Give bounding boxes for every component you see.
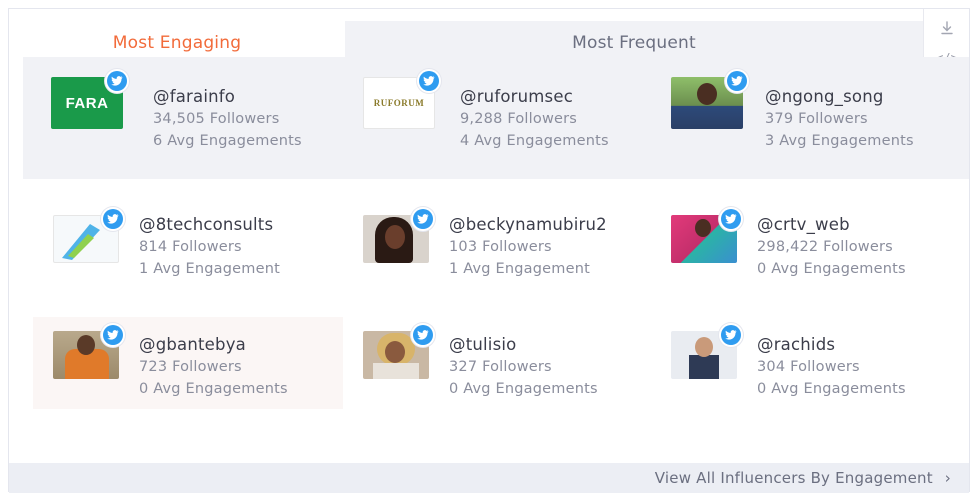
influencer-handle[interactable]: @8techconsults — [139, 215, 273, 234]
influencer-card[interactable]: @8techconsults 814 Followers 1 Avg Engag… — [33, 197, 343, 289]
influencer-handle[interactable]: @rachids — [757, 335, 835, 354]
avg-engagement: 1 Avg Engagement — [139, 261, 280, 277]
follower-count: 9,288 Followers — [460, 111, 578, 127]
avg-engagement: 1 Avg Engagement — [449, 261, 590, 277]
chevron-right-icon: › — [944, 469, 951, 487]
influencer-card[interactable]: FARA @farainfo 34,505 Followers 6 Avg En… — [35, 69, 335, 161]
twitter-icon — [411, 207, 435, 231]
influencer-grid: FARA @farainfo 34,505 Followers 6 Avg En… — [23, 57, 969, 419]
avg-engagement: 0 Avg Engagements — [757, 381, 906, 397]
influencer-card[interactable]: @beckynamubiru2 103 Followers 1 Avg Enga… — [345, 197, 645, 289]
influencer-card[interactable]: @ngong_song 379 Followers 3 Avg Engageme… — [655, 69, 955, 161]
influencer-handle[interactable]: @ruforumsec — [460, 87, 573, 106]
twitter-icon — [417, 69, 441, 93]
view-all-link[interactable]: View All Influencers By Engagement › — [9, 463, 969, 493]
follower-count: 304 Followers — [757, 359, 860, 375]
follower-count: 298,422 Followers — [757, 239, 893, 255]
avg-engagement: 4 Avg Engagements — [460, 133, 609, 149]
twitter-icon — [105, 69, 129, 93]
influencer-card[interactable]: @tulisio 327 Followers 0 Avg Engagements — [345, 317, 645, 409]
influencer-card[interactable]: @rachids 304 Followers 0 Avg Engagements — [655, 317, 955, 409]
follower-count: 327 Followers — [449, 359, 552, 375]
avg-engagement: 0 Avg Engagements — [449, 381, 598, 397]
twitter-icon — [719, 207, 743, 231]
follower-count: 814 Followers — [139, 239, 242, 255]
follower-count: 379 Followers — [765, 111, 868, 127]
view-all-label: View All Influencers By Engagement — [654, 469, 933, 487]
avg-engagement: 0 Avg Engagements — [757, 261, 906, 277]
influencers-card: Most Engaging Most Frequent </> FARA @fa… — [8, 8, 970, 493]
twitter-icon — [725, 69, 749, 93]
influencer-handle[interactable]: @tulisio — [449, 335, 516, 354]
influencer-handle[interactable]: @ngong_song — [765, 87, 884, 106]
avg-engagement: 0 Avg Engagements — [139, 381, 288, 397]
influencer-card[interactable]: RUFORUM @ruforumsec 9,288 Followers 4 Av… — [345, 69, 645, 161]
influencer-handle[interactable]: @beckynamubiru2 — [449, 215, 607, 234]
influencer-handle[interactable]: @crtv_web — [757, 215, 850, 234]
influencer-card[interactable]: @gbantebya 723 Followers 0 Avg Engagemen… — [33, 317, 343, 409]
download-icon[interactable] — [924, 13, 970, 43]
twitter-icon — [101, 207, 125, 231]
avg-engagement: 6 Avg Engagements — [153, 133, 302, 149]
avg-engagement: 3 Avg Engagements — [765, 133, 914, 149]
twitter-icon — [719, 323, 743, 347]
twitter-icon — [411, 323, 435, 347]
follower-count: 34,505 Followers — [153, 111, 280, 127]
follower-count: 103 Followers — [449, 239, 552, 255]
influencer-handle[interactable]: @gbantebya — [139, 335, 246, 354]
influencer-card[interactable]: @crtv_web 298,422 Followers 0 Avg Engage… — [655, 197, 955, 289]
influencer-handle[interactable]: @farainfo — [153, 87, 235, 106]
follower-count: 723 Followers — [139, 359, 242, 375]
twitter-icon — [101, 323, 125, 347]
